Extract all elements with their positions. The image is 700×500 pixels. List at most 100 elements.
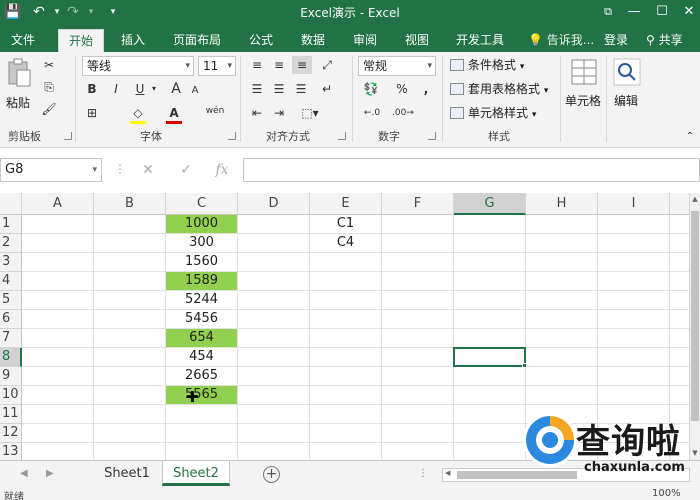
cell-J2[interactable] xyxy=(670,234,689,253)
formula-bar-grip-icon[interactable]: ⋮ xyxy=(114,162,126,176)
column-header-I[interactable]: I xyxy=(598,193,670,215)
conditional-formatting-button[interactable]: 条件格式 ▾ xyxy=(450,56,524,76)
font-name-select[interactable]: 等线 ▾ xyxy=(82,56,194,76)
increase-decimal-icon[interactable]: ←.0 xyxy=(362,104,382,122)
column-header-C[interactable]: C xyxy=(166,193,238,215)
cell-styles-button[interactable]: 单元格样式 ▾ xyxy=(450,104,536,124)
active-cell-border[interactable] xyxy=(453,347,526,367)
cell-D1[interactable] xyxy=(238,215,310,234)
cell-D12[interactable] xyxy=(238,424,310,443)
cell-B13[interactable] xyxy=(94,443,166,460)
cell-C11[interactable] xyxy=(166,405,238,424)
cell-C12[interactable] xyxy=(166,424,238,443)
cell-A8[interactable] xyxy=(22,348,94,367)
sheet-bar-grip-icon[interactable]: ⋮ xyxy=(418,468,428,479)
tab-developer[interactable]: 开发工具 xyxy=(450,29,510,52)
tab-file[interactable]: 文件 xyxy=(6,29,40,52)
borders-icon[interactable]: ⊞ xyxy=(84,104,100,122)
cell-F11[interactable] xyxy=(382,405,454,424)
alignment-dialog-launcher-icon[interactable] xyxy=(338,132,346,140)
tab-page-layout[interactable]: 页面布局 xyxy=(168,29,226,52)
decrease-indent-icon[interactable]: ⇤ xyxy=(248,104,266,122)
cell-E2[interactable]: C4 xyxy=(310,234,382,253)
cell-B12[interactable] xyxy=(94,424,166,443)
cell-A11[interactable] xyxy=(22,405,94,424)
sheet-tab-sheet1[interactable]: Sheet1 xyxy=(94,461,160,486)
cell-G13[interactable] xyxy=(454,443,526,460)
cell-G6[interactable] xyxy=(454,310,526,329)
cell-F1[interactable] xyxy=(382,215,454,234)
editing-button[interactable]: 编辑 xyxy=(610,56,644,116)
cell-C5[interactable]: 5244 xyxy=(166,291,238,310)
column-header-E[interactable]: E xyxy=(310,193,382,215)
cell-H3[interactable] xyxy=(526,253,598,272)
cell-B1[interactable] xyxy=(94,215,166,234)
cell-B5[interactable] xyxy=(94,291,166,310)
cell-B6[interactable] xyxy=(94,310,166,329)
wrap-text-icon[interactable]: ↵ xyxy=(318,80,336,98)
orientation-icon[interactable]: ⤢ xyxy=(318,56,336,74)
font-color-button[interactable]: A xyxy=(166,104,182,122)
row-header-1[interactable]: 1 xyxy=(0,215,22,234)
cell-F6[interactable] xyxy=(382,310,454,329)
cell-C6[interactable]: 5456 xyxy=(166,310,238,329)
align-right-icon[interactable]: ☰ xyxy=(292,80,310,98)
fill-color-icon[interactable]: ◇ xyxy=(130,104,146,122)
collapse-ribbon-icon[interactable]: ⌃ xyxy=(684,128,696,146)
accounting-format-icon[interactable]: 💱 xyxy=(360,80,382,98)
enter-icon[interactable]: ✓ xyxy=(176,160,196,180)
scroll-up-icon[interactable]: ▲ xyxy=(691,195,699,203)
cell-H4[interactable] xyxy=(526,272,598,291)
row-header-5[interactable]: 5 xyxy=(0,291,22,310)
cell-A13[interactable] xyxy=(22,443,94,460)
cells-button[interactable]: 单元格 xyxy=(565,56,603,116)
column-header-F[interactable]: F xyxy=(382,193,454,215)
cell-F5[interactable] xyxy=(382,291,454,310)
name-box[interactable]: G8 ▾ xyxy=(0,158,102,182)
cell-I9[interactable] xyxy=(598,367,670,386)
cell-J8[interactable] xyxy=(670,348,689,367)
cell-H9[interactable] xyxy=(526,367,598,386)
cell-E12[interactable] xyxy=(310,424,382,443)
copy-icon[interactable]: ⎘ xyxy=(40,78,58,96)
cell-H2[interactable] xyxy=(526,234,598,253)
cell-F7[interactable] xyxy=(382,329,454,348)
number-dialog-launcher-icon[interactable] xyxy=(428,132,436,140)
zoom-level[interactable]: 100% xyxy=(652,488,681,499)
cell-D10[interactable] xyxy=(238,386,310,405)
column-header-G[interactable]: G xyxy=(454,193,526,215)
cell-B11[interactable] xyxy=(94,405,166,424)
tab-home[interactable]: 开始 xyxy=(58,29,104,52)
cell-E4[interactable] xyxy=(310,272,382,291)
cell-G4[interactable] xyxy=(454,272,526,291)
chevron-down-icon[interactable]: ▾ xyxy=(150,80,158,98)
add-sheet-icon[interactable]: + xyxy=(263,466,280,483)
cell-G3[interactable] xyxy=(454,253,526,272)
cell-A5[interactable] xyxy=(22,291,94,310)
cell-J6[interactable] xyxy=(670,310,689,329)
cell-H10[interactable] xyxy=(526,386,598,405)
cell-G5[interactable] xyxy=(454,291,526,310)
cell-C3[interactable]: 1560 xyxy=(166,253,238,272)
cell-I10[interactable] xyxy=(598,386,670,405)
italic-button[interactable]: I xyxy=(108,80,124,98)
row-header-4[interactable]: 4 xyxy=(0,272,22,291)
cell-E6[interactable] xyxy=(310,310,382,329)
cell-B10[interactable] xyxy=(94,386,166,405)
align-bottom-icon[interactable]: ≡ xyxy=(292,56,312,74)
tab-review[interactable]: 审阅 xyxy=(348,29,382,52)
cancel-icon[interactable]: ✕ xyxy=(138,160,158,180)
cell-J4[interactable] xyxy=(670,272,689,291)
cell-I8[interactable] xyxy=(598,348,670,367)
row-header-7[interactable]: 7 xyxy=(0,329,22,348)
cell-F12[interactable] xyxy=(382,424,454,443)
row-header-12[interactable]: 12 xyxy=(0,424,22,443)
font-size-select[interactable]: 11 ▾ xyxy=(198,56,236,76)
select-all-corner[interactable] xyxy=(0,193,22,215)
clipboard-dialog-launcher-icon[interactable] xyxy=(64,132,72,140)
align-center-icon[interactable]: ☰ xyxy=(270,80,288,98)
cell-I1[interactable] xyxy=(598,215,670,234)
cell-A3[interactable] xyxy=(22,253,94,272)
cell-J3[interactable] xyxy=(670,253,689,272)
tab-formulas[interactable]: 公式 xyxy=(244,29,278,52)
